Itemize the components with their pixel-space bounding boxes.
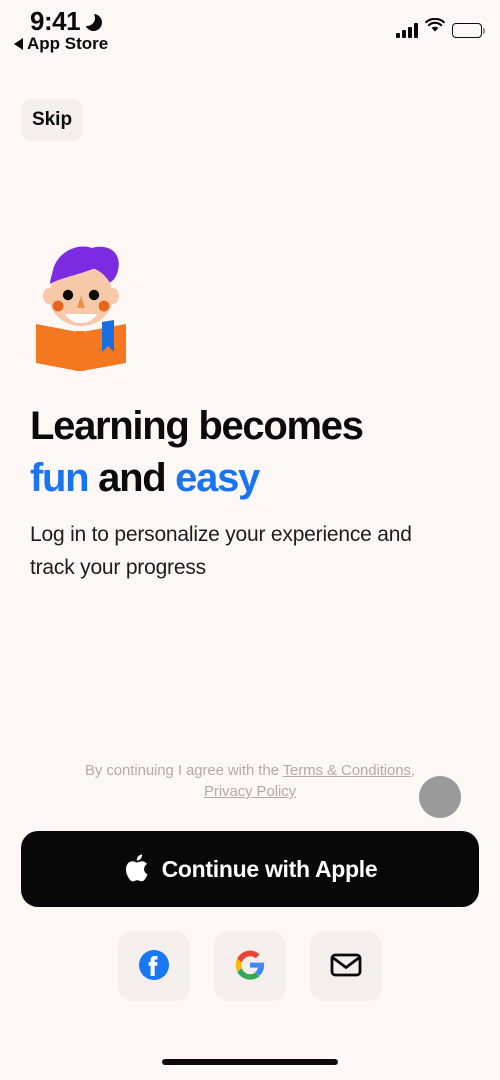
moon-icon xyxy=(86,13,103,31)
apple-logo-icon xyxy=(123,853,149,886)
home-indicator xyxy=(162,1059,338,1065)
legal-prefix: By continuing I agree with the xyxy=(85,762,283,779)
facebook-icon xyxy=(137,948,171,985)
page-title: Learning becomes fun and easy xyxy=(30,400,470,504)
status-bar-time-group: 9:41 xyxy=(30,6,103,37)
legal-separator: , xyxy=(410,762,415,779)
page-subtitle: Log in to personalize your experience an… xyxy=(30,523,412,579)
facebook-login-button[interactable] xyxy=(118,931,190,1001)
continue-with-apple-label: Continue with Apple xyxy=(161,855,378,882)
google-login-button[interactable] xyxy=(214,931,286,1001)
status-bar-indicators xyxy=(396,17,486,38)
headline-accent-easy: easy xyxy=(175,456,260,500)
wifi-icon xyxy=(425,17,445,38)
back-triangle-icon xyxy=(14,38,23,50)
back-to-app-store-label: App Store xyxy=(27,34,109,53)
status-bar-time: 9:41 xyxy=(30,6,81,36)
cellular-signal-icon xyxy=(396,23,418,38)
headline-word-and: and xyxy=(98,456,167,500)
headline-accent-fun: fun xyxy=(30,456,90,500)
child-reading-book-illustration xyxy=(30,240,130,372)
social-login-row xyxy=(118,931,382,1001)
legal-disclaimer: By continuing I agree with the Terms & C… xyxy=(60,760,440,802)
skip-button[interactable]: Skip xyxy=(21,99,83,141)
status-bar: 9:41 App Store xyxy=(0,0,500,62)
terms-and-conditions-link[interactable]: Terms & Conditions xyxy=(283,762,411,779)
privacy-policy-link[interactable]: Privacy Policy xyxy=(204,783,296,800)
email-login-button[interactable] xyxy=(310,931,382,1001)
headline-line-1: Learning becomes xyxy=(30,404,364,448)
touch-pointer-indicator xyxy=(419,776,461,818)
continue-with-apple-button[interactable]: Continue with Apple xyxy=(21,831,479,907)
battery-full-icon xyxy=(452,23,486,38)
back-to-app-store-link[interactable]: App Store xyxy=(14,34,108,54)
google-icon xyxy=(234,949,266,984)
envelope-icon xyxy=(330,952,362,981)
